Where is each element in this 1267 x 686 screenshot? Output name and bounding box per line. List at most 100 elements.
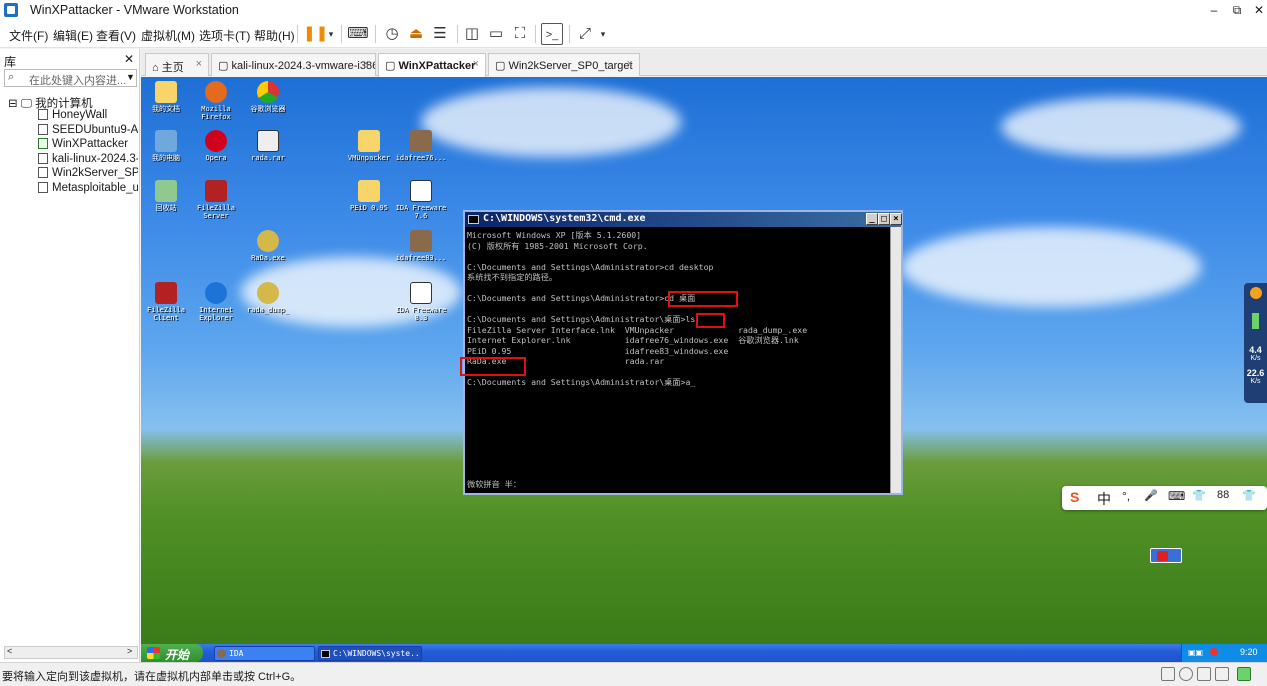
pufferfish-icon: [257, 230, 279, 252]
cmd-window[interactable]: C:\WINDOWS\system32\cmd.exe _ □ × Micros…: [460, 210, 903, 495]
cmd-console-output[interactable]: Microsoft Windows XP [版本 5.1.2600] (C) 版权…: [465, 227, 890, 493]
skin-icon[interactable]: 👕: [1192, 489, 1206, 502]
dropdown-icon[interactable]: ▾: [592, 23, 614, 45]
close-button[interactable]: ✕: [1248, 2, 1267, 18]
scroll-right-icon[interactable]: >: [127, 646, 132, 656]
toolbox-icon[interactable]: 88: [1217, 489, 1229, 501]
close-tab-icon[interactable]: ×: [627, 58, 633, 70]
restore-button[interactable]: ⧉: [1226, 2, 1248, 18]
desktop-icon-filezilla-server[interactable]: FileZilla Server: [186, 180, 246, 220]
cmd-title-bar[interactable]: C:\WINDOWS\system32\cmd.exe _ □ ×: [465, 212, 902, 227]
revert-snapshot-icon[interactable]: ⏏: [405, 23, 427, 45]
ida-icon: [217, 649, 226, 658]
close-tab-icon[interactable]: ×: [473, 58, 479, 70]
sogou-logo-icon[interactable]: S: [1070, 489, 1079, 505]
menu-vm[interactable]: 虚拟机(M): [141, 27, 195, 44]
keyboard-icon[interactable]: ⌨: [1168, 489, 1185, 503]
sidebar-item-seedubuntu[interactable]: SEEDUbuntu9-Aug: [38, 124, 138, 136]
network-adapter-icon[interactable]: [1215, 667, 1229, 681]
ime-toolbar[interactable]: S 中 °, 🎤 ⌨ 👕 88 👕: [1062, 486, 1267, 510]
tab-home[interactable]: ⌂ 主页 ×: [145, 53, 209, 76]
tab-kali[interactable]: ▢ kali-linux-2024.3-vmware-i386 ×: [211, 53, 376, 76]
taskbar-item-ida[interactable]: IDA: [214, 646, 315, 661]
collapse-icon[interactable]: ⊟: [8, 98, 18, 110]
desktop-icon-rada-exe[interactable]: RaDa.exe: [238, 230, 298, 262]
desktop-icon-vmunpacker[interactable]: VMUnpacker: [339, 130, 399, 162]
library-close-button[interactable]: ✕: [124, 52, 134, 66]
library-search-input[interactable]: ⌕ 在此处键入内容进... ▼: [4, 69, 137, 87]
desktop-icon-ida83[interactable]: IDA Freeware 8.3: [391, 282, 451, 322]
toolbar-separator: [341, 25, 342, 43]
sidebar-item-winxpattacker[interactable]: WinXPattacker: [38, 138, 138, 150]
desktop-icon-rada-rar[interactable]: rada.rar: [238, 130, 298, 162]
fullscreen-icon[interactable]: ⛶: [509, 23, 531, 45]
close-tab-icon[interactable]: ×: [196, 58, 202, 70]
filezilla-icon: [205, 180, 227, 202]
toolbar-separator: [297, 25, 298, 43]
cmd-maximize-button[interactable]: □: [878, 213, 890, 225]
network-speed-widget[interactable]: 4.4 K/s 22.6 K/s: [1244, 283, 1267, 403]
ie-icon: [205, 282, 227, 304]
snapshot-manager-icon[interactable]: ☰: [429, 23, 451, 45]
status-bar: 要将输入定向到该虚拟机，请在虚拟机内部单击或按 Ctrl+G。: [0, 662, 1267, 686]
folder-icon: [155, 81, 177, 103]
desktop-icon-idafree83[interactable]: idafree83...: [391, 230, 451, 262]
ida-icon: [410, 230, 432, 252]
desktop-icon-peid[interactable]: PEiD 0.95: [339, 180, 399, 212]
security-icon[interactable]: [1210, 648, 1218, 656]
floating-badge[interactable]: [1150, 548, 1182, 563]
sidebar-item-win2kserver[interactable]: Win2kServer_SP0: [38, 167, 138, 179]
recycle-bin-icon: [155, 180, 177, 202]
desktop-icon-rada-dump[interactable]: rada_dump_: [238, 282, 298, 314]
taskbar-item-cmd[interactable]: C:\WINDOWS\syste...: [318, 646, 422, 661]
snapshot-icon[interactable]: ◷: [381, 23, 403, 45]
memory-bar-icon: [1252, 313, 1259, 329]
minimize-button[interactable]: –: [1203, 2, 1225, 18]
ida-window-icon: [410, 180, 432, 202]
library-view-icon[interactable]: ◫: [461, 23, 483, 45]
microphone-icon[interactable]: 🎤: [1144, 489, 1158, 502]
sidebar-item-metasploitable[interactable]: Metasploitable_u: [38, 182, 138, 194]
chevron-down-icon[interactable]: ▼: [126, 72, 135, 82]
tab-winxpattacker[interactable]: ▢ WinXPattacker ×: [378, 53, 486, 77]
scroll-left-icon[interactable]: <: [7, 646, 12, 656]
menu-view[interactable]: 查看(V): [96, 27, 136, 44]
thumbnail-view-icon[interactable]: ▭: [485, 23, 507, 45]
floppy-icon[interactable]: [1197, 667, 1211, 681]
console-line: C:\Documents and Settings\Administrator>…: [467, 261, 714, 272]
desktop-icon-idafree76[interactable]: idafree76...: [391, 130, 451, 162]
vm-tab-icon: ▢: [495, 60, 509, 72]
cloud: [421, 87, 681, 157]
download-speed: 22.6: [1246, 368, 1265, 378]
menu-help[interactable]: 帮助(H): [254, 27, 295, 44]
desktop-icon-ida76[interactable]: IDA Freeware 7.6: [391, 180, 451, 220]
menu-file[interactable]: 文件(F): [9, 27, 48, 44]
ime-punctuation-icon[interactable]: °,: [1122, 489, 1130, 503]
hard-disk-icon[interactable]: [1161, 667, 1175, 681]
close-tab-icon[interactable]: ×: [363, 58, 369, 70]
cmd-close-button[interactable]: ×: [890, 213, 902, 225]
desktop-icon-firefox[interactable]: Mozilla Firefox: [186, 81, 246, 121]
cmd-minimize-button[interactable]: _: [866, 213, 878, 225]
sidebar-item-kali[interactable]: kali-linux-2024.3-: [38, 153, 138, 165]
tab-win2kserver[interactable]: ▢ Win2kServer_SP0_target ×: [488, 53, 640, 76]
network-icon[interactable]: ▣▣: [1188, 648, 1203, 657]
send-ctrl-alt-del-icon[interactable]: ⌨: [347, 23, 369, 45]
start-button[interactable]: 开始: [141, 644, 203, 662]
ime-more-icon[interactable]: 👕: [1242, 489, 1256, 502]
sidebar-item-honeywall[interactable]: HoneyWall: [38, 109, 138, 121]
menu-edit[interactable]: 编辑(E): [53, 27, 93, 44]
menu-tabs[interactable]: 选项卡(T): [199, 27, 250, 44]
desktop-icon-opera[interactable]: Opera: [186, 130, 246, 162]
console-icon[interactable]: >_: [541, 23, 563, 45]
desktop-icon-internet-explorer[interactable]: Internet Explorer: [186, 282, 246, 322]
cmd-scrollbar[interactable]: [890, 227, 901, 493]
dropdown-icon[interactable]: ▾: [320, 23, 342, 45]
library-horizontal-scrollbar[interactable]: < >: [4, 646, 138, 659]
cd-drive-icon[interactable]: [1179, 667, 1193, 681]
desktop-icon-chrome[interactable]: 谷歌浏览器: [238, 81, 298, 113]
firefox-icon: [205, 81, 227, 103]
message-log-icon[interactable]: [1237, 667, 1251, 681]
ime-mode-chinese[interactable]: 中: [1097, 489, 1111, 509]
